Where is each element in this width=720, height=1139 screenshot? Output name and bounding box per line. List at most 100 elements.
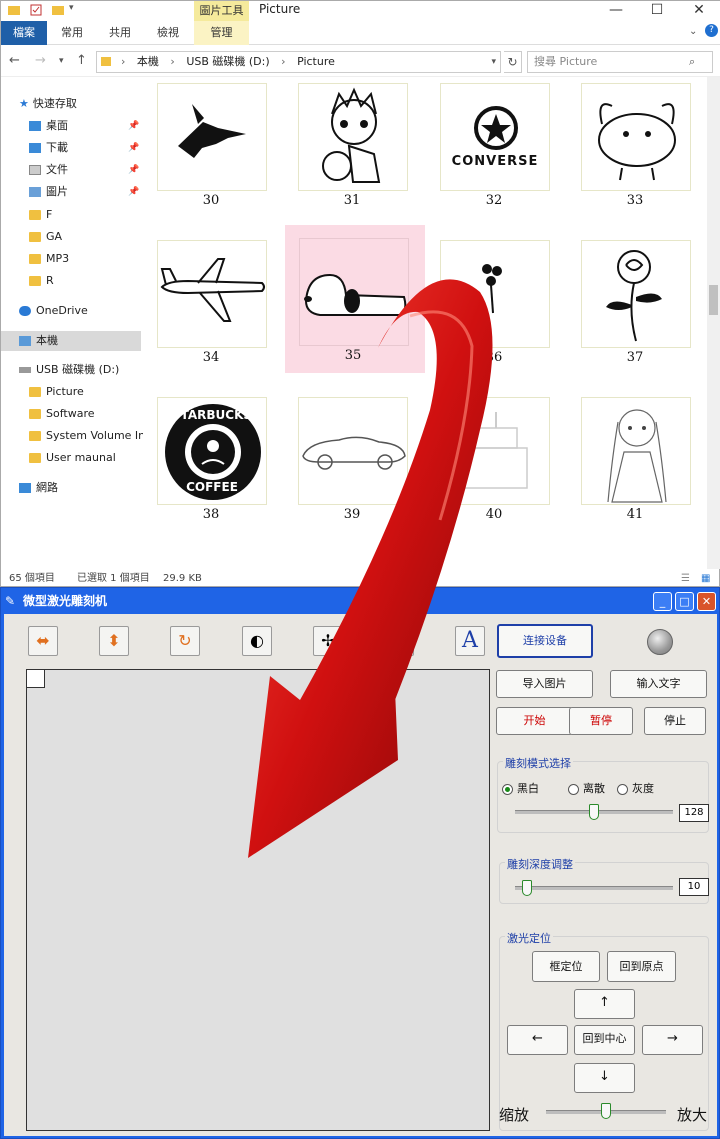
refresh-button[interactable]: ↻ — [504, 51, 522, 73]
engrave-mode-label: 雕刻模式选择 — [503, 755, 573, 771]
chevron-down-icon[interactable]: ▾ — [491, 52, 496, 72]
connect-device-button[interactable]: 连接设备 — [497, 624, 593, 658]
mode-radio-grayscale[interactable]: 灰度 — [617, 780, 654, 796]
threshold-slider-knob[interactable] — [589, 804, 599, 820]
tab-view[interactable]: 檢視 — [149, 21, 187, 45]
sidebar-item-network[interactable]: 網路 — [19, 479, 58, 497]
new-folder-icon[interactable] — [51, 3, 65, 17]
start-button[interactable]: 开始 — [496, 707, 573, 735]
file-tile[interactable]: 30 — [149, 77, 281, 227]
details-view-icon[interactable]: ☰ — [681, 569, 690, 588]
threshold-value[interactable]: 128 — [679, 804, 709, 822]
stop-button[interactable]: 停止 — [644, 707, 706, 735]
zoom-slider-knob[interactable] — [601, 1103, 611, 1119]
file-tile[interactable]: 41 — [573, 391, 705, 541]
mode-radio-dither[interactable]: 离散 — [568, 780, 605, 796]
help-icon[interactable]: ? — [705, 24, 718, 37]
checkbox-icon[interactable] — [29, 3, 43, 17]
sidebar-item-user-manual[interactable]: User maunal — [29, 449, 116, 467]
network-icon — [19, 483, 31, 493]
input-text-button[interactable]: 输入文字 — [610, 670, 707, 698]
radio-dot — [502, 783, 513, 795]
chevron-down-icon[interactable]: ▾ — [69, 3, 83, 17]
recent-locations-icon[interactable]: ▾ — [59, 56, 64, 66]
depth-value[interactable]: 10 — [679, 878, 709, 896]
file-tile[interactable]: 34 — [149, 234, 281, 384]
file-tile[interactable]: STARBUCKS COFFEE 38 — [149, 391, 281, 541]
close-button[interactable]: ✕ — [697, 592, 716, 611]
file-tile[interactable]: 33 — [573, 77, 705, 227]
import-image-button[interactable]: 导入图片 — [496, 670, 593, 698]
tab-home[interactable]: 常用 — [53, 21, 91, 45]
move-up-button[interactable]: ↑ — [574, 989, 635, 1019]
file-tile[interactable]: 31 — [290, 77, 422, 227]
rotate-icon[interactable]: ↻ — [170, 626, 200, 656]
sidebar-item-pictures[interactable]: 圖片 — [29, 183, 68, 201]
frame-position-button[interactable]: 框定位 — [532, 951, 600, 982]
sidebar-item-desktop[interactable]: 桌面 — [29, 117, 68, 135]
tab-file[interactable]: 檔案 — [1, 21, 47, 45]
file-tile[interactable]: 37 — [573, 234, 705, 384]
folder-icon — [29, 431, 41, 441]
sidebar-item-quick-access[interactable]: ★ 快速存取 — [19, 95, 77, 113]
folder-icon — [29, 409, 41, 419]
thumbnail-view-icon[interactable]: ▦ — [701, 569, 710, 588]
navigation-pane: ★ 快速存取 桌面 📌 下載 📌 文件 📌 圖片 📌 F GA MP3 R One… — [1, 79, 143, 569]
flip-vertical-icon[interactable]: ⬍ — [99, 626, 129, 656]
breadcrumb-this-pc[interactable]: 本機 — [137, 55, 159, 68]
engraving-canvas[interactable] — [26, 669, 490, 1131]
ribbon-expand-icon[interactable]: ⌄ — [689, 26, 697, 37]
move-left-button[interactable]: ← — [507, 1025, 568, 1055]
search-input[interactable]: 搜尋 Picture ⌕ — [527, 51, 713, 73]
sidebar-item-onedrive[interactable]: OneDrive — [19, 302, 88, 320]
sidebar-item-software[interactable]: Software — [29, 405, 95, 423]
usb-drive-icon — [19, 367, 31, 373]
sidebar-item-folder-mp3[interactable]: MP3 — [29, 250, 69, 268]
breadcrumb-picture[interactable]: Picture — [297, 55, 335, 68]
breadcrumb-usb[interactable]: USB 磁碟機 (D:) — [186, 55, 269, 68]
invert-icon[interactable]: ◐ — [242, 626, 272, 656]
scrollbar-thumb[interactable] — [709, 285, 718, 315]
file-tile[interactable]: 36 — [432, 234, 564, 384]
flip-horizontal-icon[interactable]: ⬌ — [28, 626, 58, 656]
sidebar-item-documents[interactable]: 文件 — [29, 161, 68, 179]
return-home-button[interactable]: 回到原点 — [607, 951, 676, 982]
move-down-button[interactable]: ↓ — [574, 1063, 635, 1093]
sidebar-item-usb-drive[interactable]: USB 磁碟機 (D:) — [19, 361, 119, 379]
image-tool-icon[interactable]: ▢ — [384, 626, 414, 656]
forward-icon[interactable]: → — [35, 53, 46, 68]
mode-radio-black-white[interactable]: 黑白 — [502, 780, 539, 796]
tab-manage[interactable]: 管理 — [194, 21, 249, 45]
file-tile[interactable]: CONVERSE 32 — [432, 77, 564, 227]
fan-icon[interactable]: ✢ — [313, 626, 343, 656]
back-icon[interactable]: ← — [9, 53, 20, 68]
file-tile[interactable]: 40 — [432, 391, 564, 541]
text-tool-icon[interactable]: A — [455, 626, 485, 656]
depth-slider-knob[interactable] — [522, 880, 533, 896]
address-input[interactable]: › 本機 › USB 磁碟機 (D:) › Picture ▾ — [96, 51, 501, 73]
tab-share[interactable]: 共用 — [101, 21, 139, 45]
center-button[interactable]: 回到中心 — [574, 1025, 635, 1055]
pause-button[interactable]: 暂停 — [569, 707, 633, 735]
sidebar-item-picture[interactable]: Picture — [29, 383, 84, 401]
sidebar-item-folder-f[interactable]: F — [29, 206, 52, 224]
maximize-button[interactable]: □ — [675, 592, 694, 611]
maximize-icon[interactable]: ☐ — [637, 1, 677, 19]
up-icon[interactable]: ↑ — [76, 53, 87, 68]
sidebar-item-folder-r[interactable]: R — [29, 272, 54, 290]
thumbnail: CONVERSE — [440, 83, 550, 191]
sidebar-label: System Volume Inf — [46, 429, 143, 442]
file-tile-selected[interactable]: 35 — [285, 225, 425, 373]
sidebar-item-this-pc[interactable]: 本機 — [1, 331, 141, 351]
minimize-icon[interactable]: — — [596, 1, 636, 19]
minimize-button[interactable]: _ — [653, 592, 672, 611]
starbucks-bottom-text: COFFEE — [186, 480, 238, 494]
sidebar-item-folder-ga[interactable]: GA — [29, 228, 62, 246]
vertical-scrollbar[interactable] — [707, 77, 720, 569]
depth-slider-track[interactable] — [515, 886, 673, 890]
sidebar-item-downloads[interactable]: 下載 — [29, 139, 68, 157]
close-icon[interactable]: ✕ — [679, 1, 719, 19]
move-right-button[interactable]: → — [642, 1025, 703, 1055]
sidebar-item-system-volume[interactable]: System Volume Inf — [29, 427, 143, 445]
file-tile[interactable]: 39 — [290, 391, 422, 541]
